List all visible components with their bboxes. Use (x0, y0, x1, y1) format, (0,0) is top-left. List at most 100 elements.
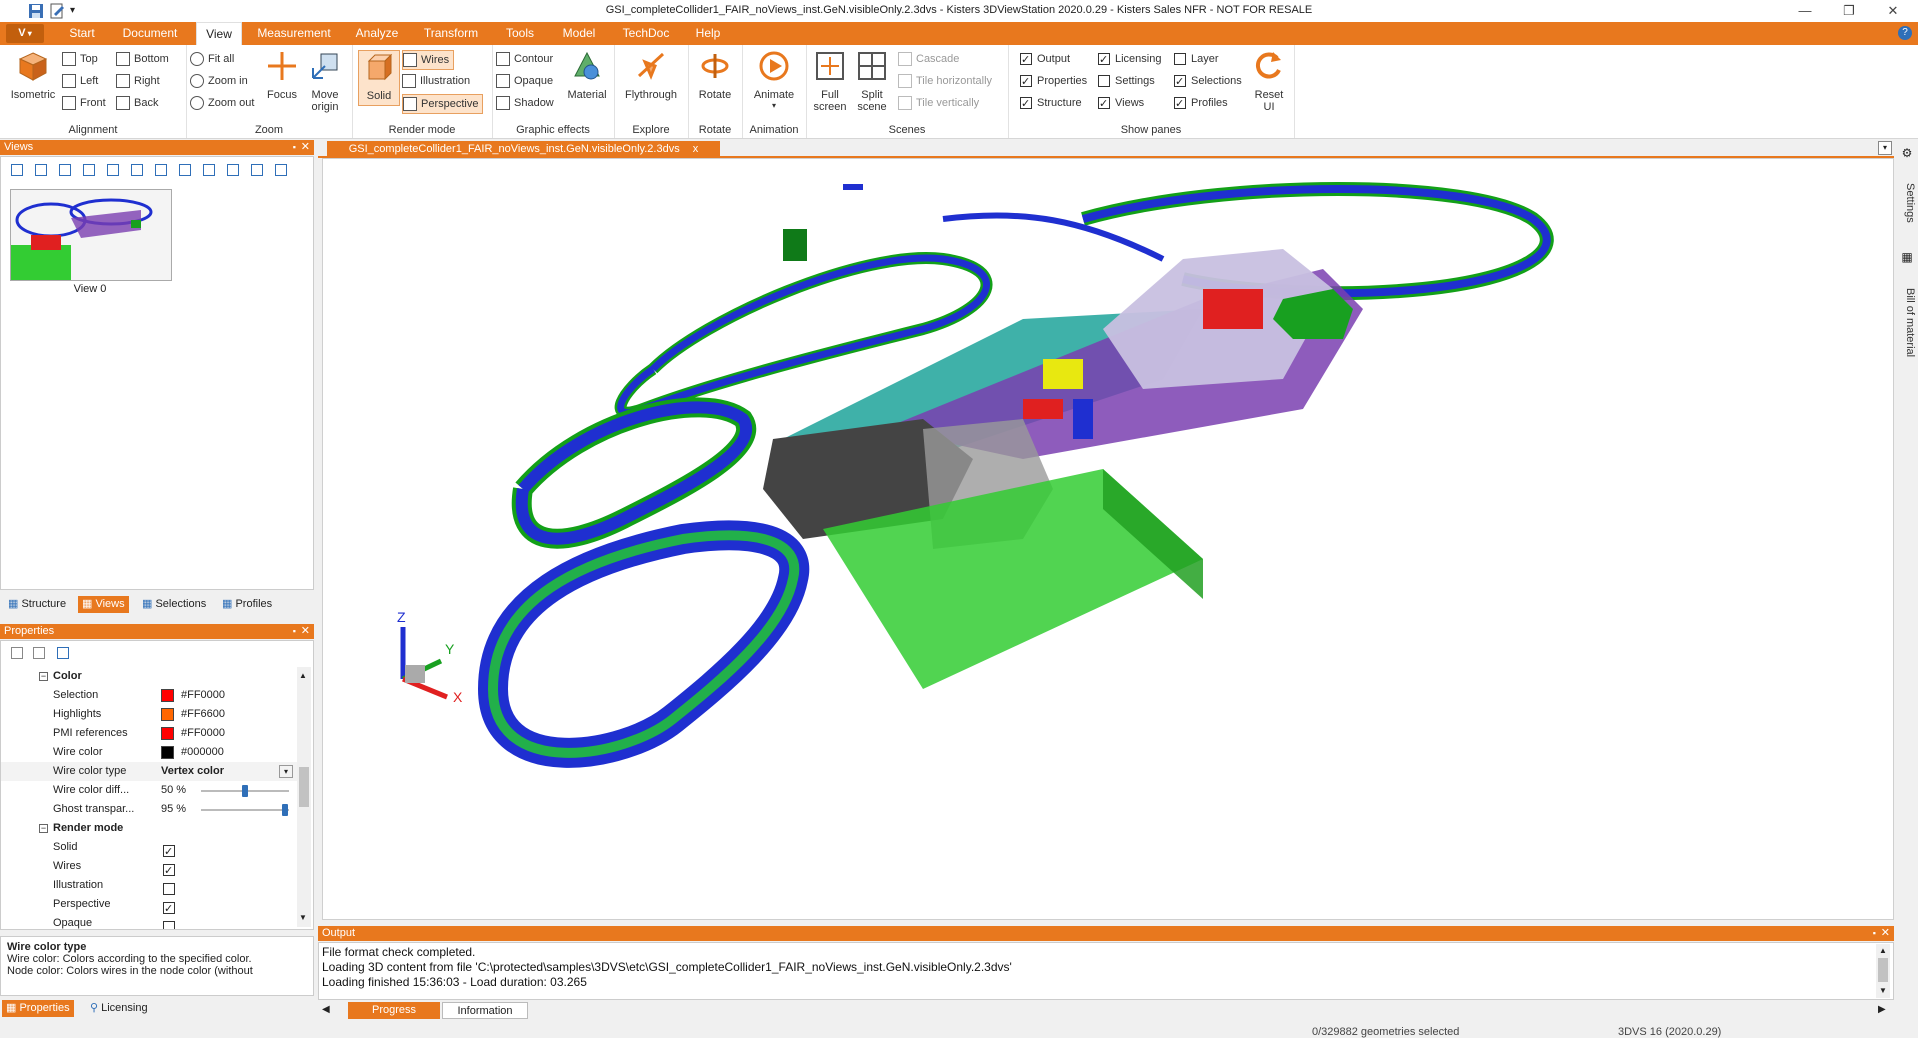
close-icon[interactable]: ✕ (301, 624, 310, 639)
tab-settings[interactable]: Settings (1898, 168, 1916, 238)
sync-view-icon[interactable] (227, 164, 239, 176)
property-row[interactable]: Selection #FF0000 (1, 686, 251, 705)
property-row[interactable]: Perspective (1, 895, 251, 919)
tab-selections[interactable]: ▦ Selections (138, 596, 210, 613)
show-properties-checkbox[interactable]: Properties (1020, 72, 1087, 91)
color-swatch[interactable] (161, 746, 174, 759)
flythrough-button[interactable]: Flythrough (618, 50, 684, 101)
property-row[interactable]: Highlights #FF6600 (1, 705, 251, 724)
wire-color-diff-slider[interactable] (201, 785, 289, 797)
illustration-checkbox[interactable] (163, 883, 175, 896)
rotate-button[interactable]: Rotate (692, 50, 738, 101)
stop-icon[interactable] (155, 164, 167, 176)
tab-views[interactable]: ▦ Views (78, 596, 129, 613)
solid-checkbox[interactable] (163, 843, 175, 862)
tab-profiles[interactable]: ▦ Profiles (218, 596, 276, 613)
collapse-icon[interactable]: − (39, 672, 48, 681)
menu-analyze[interactable]: Analyze (350, 22, 404, 45)
slider-thumb[interactable] (282, 804, 288, 816)
focus-button[interactable]: Focus (262, 50, 302, 101)
add-view-icon[interactable] (35, 164, 47, 176)
categorized-icon[interactable] (11, 647, 23, 659)
view-top-button[interactable]: Top (62, 50, 98, 68)
close-button[interactable]: ✕ (1870, 0, 1916, 22)
import-view-icon[interactable] (203, 164, 215, 176)
tab-information[interactable]: Information (442, 1002, 528, 1019)
pin-icon[interactable]: ▪ (293, 140, 296, 155)
app-menu-button[interactable]: V ▾ (6, 24, 44, 43)
tab-bill-of-material[interactable]: Bill of material (1898, 268, 1916, 378)
fit-all-button[interactable]: Fit all (190, 50, 234, 68)
home-view-icon[interactable] (11, 164, 23, 176)
view-settings-icon[interactable] (107, 164, 119, 176)
tile-vertically-button[interactable]: Tile vertically (898, 94, 979, 112)
isometric-button[interactable]: Isometric (8, 50, 58, 101)
ghost-transparency-row[interactable]: Ghost transpar... 95 % (1, 800, 289, 819)
pin-icon[interactable]: ▪ (1873, 926, 1876, 941)
solid-button[interactable]: Solid (358, 50, 400, 106)
view-bottom-button[interactable]: Bottom (116, 50, 169, 68)
show-layer-checkbox[interactable]: Layer (1174, 50, 1219, 68)
alphabetical-icon[interactable] (33, 647, 45, 659)
show-views-checkbox[interactable]: Views (1098, 94, 1144, 113)
zoom-out-button[interactable]: Zoom out (190, 94, 254, 112)
material-button[interactable]: Material (564, 50, 610, 101)
camera-icon[interactable] (251, 164, 263, 176)
cascade-button[interactable]: Cascade (898, 50, 959, 68)
slider-thumb[interactable] (242, 785, 248, 797)
show-selections-checkbox[interactable]: Selections (1174, 72, 1242, 91)
export-view-icon[interactable] (275, 164, 287, 176)
show-profiles-checkbox[interactable]: Profiles (1174, 94, 1228, 113)
chevron-up-icon[interactable]: ▲ (299, 671, 307, 680)
animate-button[interactable]: Animate ▾ (750, 50, 798, 110)
property-row[interactable]: Wires (1, 857, 251, 881)
view-back-button[interactable]: Back (116, 94, 158, 112)
ghost-transparency-slider[interactable] (201, 804, 289, 816)
scroll-thumb[interactable] (1878, 958, 1888, 982)
view-front-button[interactable]: Front (62, 94, 106, 112)
menu-transform[interactable]: Transform (418, 22, 484, 45)
menu-model[interactable]: Model (556, 22, 602, 45)
help-icon[interactable]: ? (1898, 26, 1912, 40)
color-swatch[interactable] (161, 727, 174, 740)
opaque-button[interactable]: Opaque (496, 72, 553, 90)
menu-document[interactable]: Document (118, 22, 182, 45)
close-icon[interactable]: ✕ (301, 140, 310, 155)
property-row[interactable]: Wire color #000000 (1, 743, 251, 762)
property-row[interactable]: Opaque (1, 914, 251, 929)
close-icon[interactable]: x (693, 143, 699, 155)
full-screen-button[interactable]: Full screen (810, 50, 850, 113)
tab-list-dropdown-icon[interactable]: ▾ (1878, 141, 1892, 155)
tab-structure[interactable]: ▦ Structure (4, 596, 70, 613)
update-view-icon[interactable] (59, 164, 71, 176)
properties-scrollbar[interactable]: ▲ ▼ (297, 667, 311, 927)
color-swatch[interactable] (161, 689, 174, 702)
previous-view-icon[interactable] (131, 164, 143, 176)
split-scene-button[interactable]: Split scene (852, 50, 892, 113)
pin-icon[interactable]: ▪ (293, 624, 296, 639)
zoom-in-button[interactable]: Zoom in (190, 72, 248, 90)
view-right-button[interactable]: Right (116, 72, 160, 90)
filter-icon[interactable] (57, 647, 69, 659)
minimize-button[interactable]: — (1782, 0, 1828, 22)
tab-progress[interactable]: Progress (348, 1002, 440, 1019)
output-scrollbar[interactable]: ▲ ▼ (1876, 944, 1890, 998)
wire-color-type-select[interactable]: Vertex color (161, 762, 224, 781)
color-swatch[interactable] (161, 708, 174, 721)
menu-view[interactable]: View (196, 22, 242, 46)
menu-measurement[interactable]: Measurement (254, 22, 334, 45)
view-0-thumbnail[interactable] (10, 189, 172, 281)
contour-button[interactable]: Contour (496, 50, 553, 68)
perspective-button[interactable]: Perspective (402, 94, 484, 114)
wire-color-diff-row[interactable]: Wire color diff... 50 % (1, 781, 289, 800)
reset-ui-button[interactable]: Reset UI (1248, 50, 1290, 113)
illustration-button[interactable]: Illustration (402, 72, 470, 90)
property-row[interactable]: PMI references #FF0000 (1, 724, 251, 743)
collapse-icon[interactable]: − (39, 824, 48, 833)
color-section[interactable]: − Color (1, 667, 251, 686)
chevron-down-icon[interactable]: ▼ (299, 913, 307, 922)
show-settings-checkbox[interactable]: Settings (1098, 72, 1155, 90)
view-left-button[interactable]: Left (62, 72, 98, 90)
shadow-button[interactable]: Shadow (496, 94, 554, 112)
maximize-button[interactable]: ❐ (1826, 0, 1872, 22)
